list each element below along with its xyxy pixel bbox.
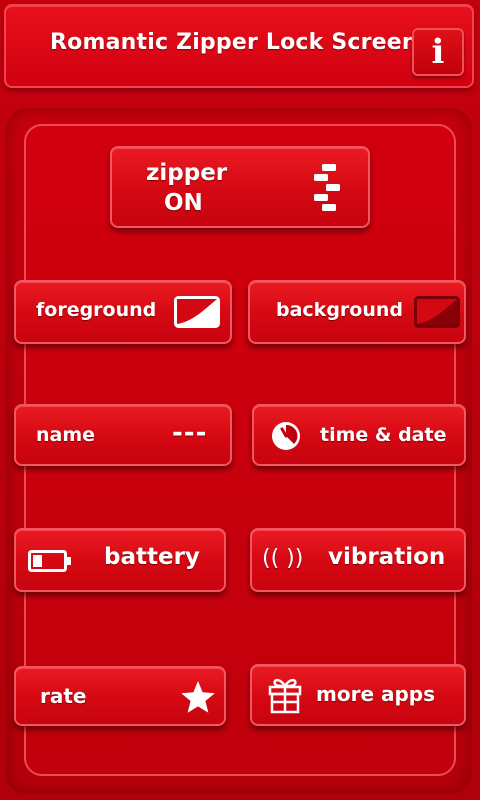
foreground-swatch-icon — [174, 296, 220, 328]
zipper-teeth-icon — [314, 164, 340, 211]
gift-icon — [268, 678, 302, 714]
background-swatch-icon — [414, 296, 460, 328]
clock-icon — [272, 422, 300, 450]
foreground-label: foreground — [36, 299, 157, 321]
time-date-label: time & date — [320, 424, 447, 446]
header-bar: Romantic Zipper Lock Screen i — [4, 4, 474, 88]
more-apps-button[interactable]: more apps — [250, 664, 466, 726]
rate-label: rate — [40, 684, 87, 708]
battery-icon — [28, 550, 71, 572]
lock-screen-settings: Romantic Zipper Lock Screen i zipper ON … — [0, 0, 480, 800]
zipper-toggle-button[interactable]: zipper ON — [110, 146, 370, 228]
foreground-button[interactable]: foreground — [14, 280, 232, 344]
zipper-state: ON — [164, 190, 203, 216]
info-icon: i — [431, 32, 445, 72]
more-apps-label: more apps — [316, 682, 436, 706]
battery-button[interactable]: battery — [14, 528, 226, 592]
battery-label: battery — [104, 544, 200, 570]
vibration-label: vibration — [328, 544, 446, 570]
vibration-icon: (( )) — [262, 546, 304, 571]
app-title: Romantic Zipper Lock Screen — [50, 30, 418, 55]
background-label: background — [276, 299, 403, 321]
background-button[interactable]: background — [248, 280, 466, 344]
name-label: name — [36, 424, 96, 446]
rate-button[interactable]: rate — [14, 666, 226, 726]
vibration-button[interactable]: (( )) vibration — [250, 528, 466, 592]
name-button[interactable]: name --- — [14, 404, 232, 466]
time-date-button[interactable]: time & date — [252, 404, 466, 466]
info-button[interactable]: i — [412, 28, 464, 76]
zipper-label: zipper — [146, 160, 228, 186]
star-icon — [181, 681, 215, 713]
name-value: --- — [172, 418, 208, 448]
